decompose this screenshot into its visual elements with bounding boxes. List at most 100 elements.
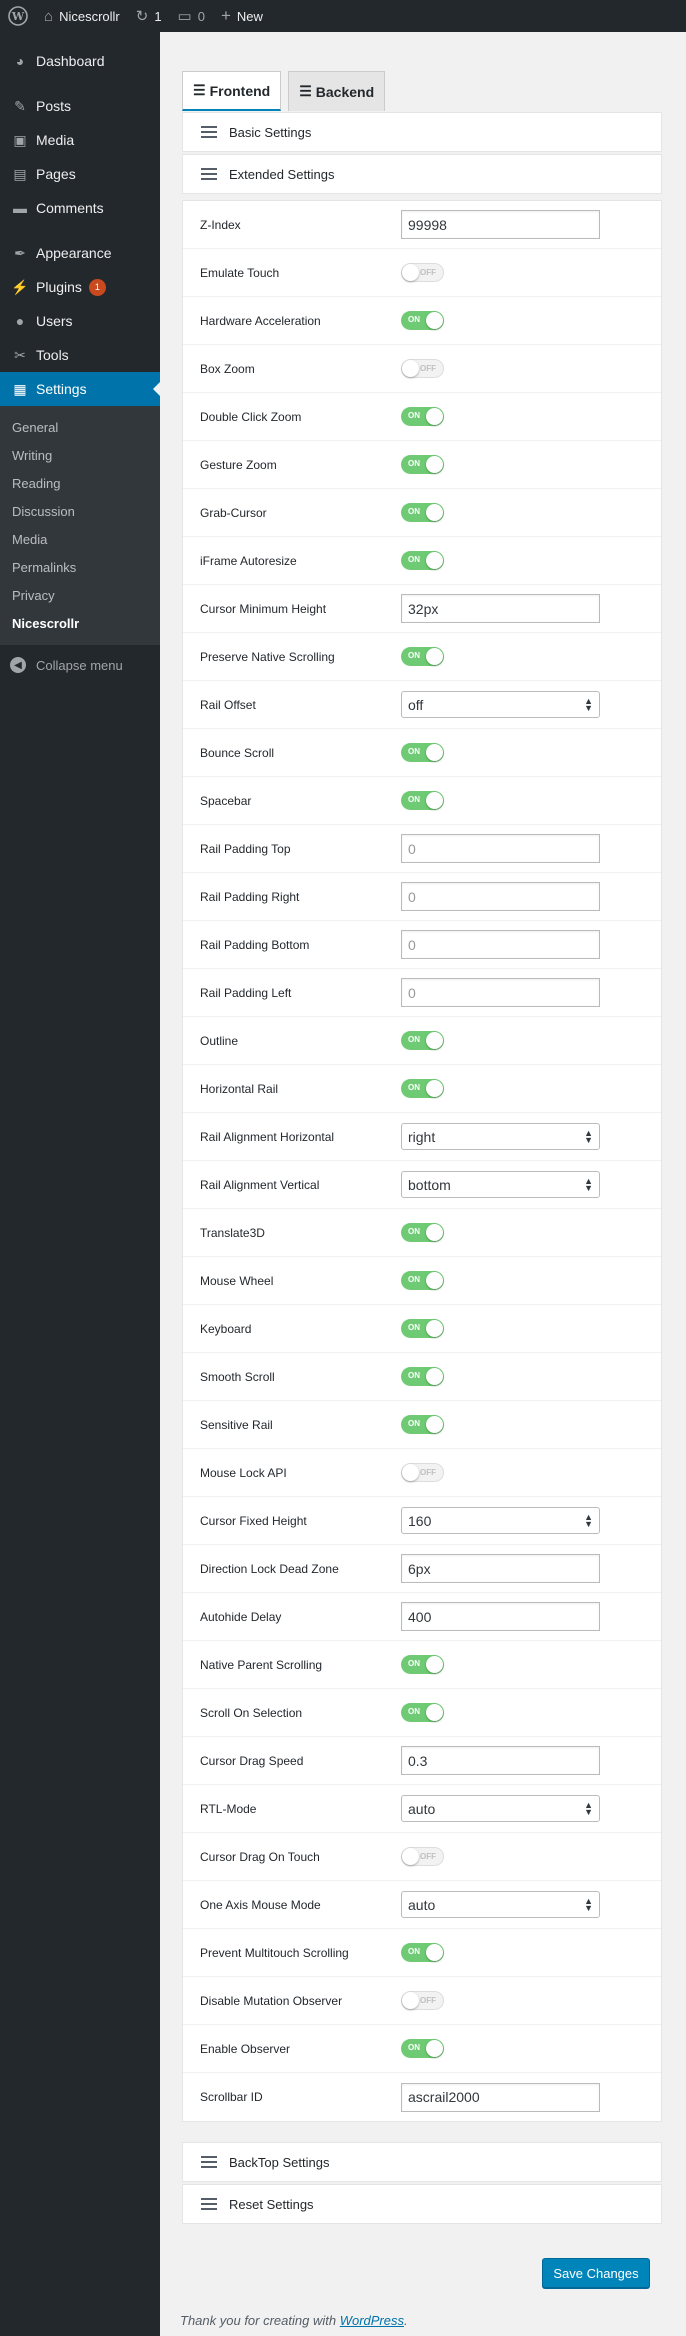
enable-observer-toggle[interactable]: ON	[401, 2039, 444, 2058]
toggle-state: ON	[408, 1419, 420, 1428]
bounce-scroll-toggle[interactable]: ON	[401, 743, 444, 762]
sidebar-item-label: Comments	[36, 200, 104, 216]
site-name-link[interactable]: ⌂ Nicescrollr	[36, 0, 128, 32]
tab-label: Backend	[315, 83, 375, 100]
rail-padding-top-input[interactable]	[401, 834, 600, 863]
sidebar-item-label: Settings	[36, 381, 87, 397]
select-arrows-icon: ▲ ▼	[584, 1511, 593, 1529]
smooth-scroll-toggle[interactable]: ON	[401, 1367, 444, 1386]
submenu-item-general[interactable]: General	[0, 413, 160, 441]
extended-settings-table: Z-Index Emulate Touch OFF Hardware Accelera…	[182, 200, 662, 2122]
setting-label: Double Click Zoom	[200, 409, 302, 424]
plus-icon: +	[220, 6, 231, 25]
rail-alignment-vertical-select[interactable]: bottom ▲ ▼	[401, 1171, 600, 1198]
mouse-lock-api-toggle[interactable]: OFF	[401, 1463, 444, 1482]
one-axis-mouse-mode-select[interactable]: auto ▲ ▼	[401, 1891, 600, 1918]
sidebar-item-appearance[interactable]: ✒ Appearance	[0, 236, 160, 270]
setting-row-cursor-drag-on-touch: Cursor Drag On Touch OFF	[183, 1833, 661, 1881]
rail-offset-select[interactable]: off ▲ ▼	[401, 691, 600, 718]
sidebar-item-media[interactable]: ▣ Media	[0, 123, 160, 157]
grab-cursor-toggle[interactable]: ON	[401, 503, 444, 522]
tab-frontend[interactable]: ☰ Frontend	[182, 71, 282, 111]
sidebar-item-comments[interactable]: ▬ Comments	[0, 191, 160, 225]
updates-link[interactable]: ↻ 1	[128, 0, 170, 32]
scrollbar-id-input[interactable]	[401, 2082, 600, 2112]
new-content-link[interactable]: + New	[213, 0, 271, 32]
box-zoom-toggle[interactable]: OFF	[401, 359, 444, 378]
direction-lock-dead-zone-input[interactable]	[401, 1554, 600, 1583]
sidebar-item-plugins[interactable]: ⚡ Plugins 1	[0, 270, 160, 304]
outline-toggle[interactable]: ON	[401, 1031, 444, 1050]
sidebar-item-tools[interactable]: ✂ Tools	[0, 338, 160, 372]
spacebar-toggle[interactable]: ON	[401, 791, 444, 810]
setting-row-rail-offset: Rail Offset off ▲ ▼	[183, 681, 661, 729]
submenu-item-media[interactable]: Media	[0, 525, 160, 553]
setting-row-scrollbar-id: Scrollbar ID	[183, 2073, 661, 2121]
extended-settings-panel[interactable]: Extended Settings	[182, 154, 662, 194]
backtop-settings-panel[interactable]: BackTop Settings	[182, 2142, 662, 2182]
cursor-drag-speed-input[interactable]	[401, 1746, 600, 1775]
reset-settings-panel[interactable]: Reset Settings	[182, 2184, 662, 2224]
hamburger-icon	[201, 2198, 217, 2210]
hardware-acceleration-toggle[interactable]: ON	[401, 311, 444, 330]
comments-link[interactable]: ▭ 0	[170, 0, 213, 32]
site-name: Nicescrollr	[59, 8, 120, 24]
submenu-item-reading[interactable]: Reading	[0, 469, 160, 497]
horizontal-rail-toggle[interactable]: ON	[401, 1079, 444, 1098]
sidebar-item-posts[interactable]: ✎ Posts	[0, 89, 160, 123]
rail-padding-bottom-input[interactable]	[401, 930, 600, 959]
setting-label: Keyboard	[200, 1321, 252, 1336]
submenu-item-permalinks[interactable]: Permalinks	[0, 553, 160, 581]
basic-settings-panel[interactable]: Basic Settings	[182, 112, 662, 152]
setting-label: iFrame Autoresize	[200, 553, 297, 568]
sidebar-item-dashboard[interactable]: ◕ Dashboard	[0, 44, 160, 78]
z-index-input[interactable]	[401, 210, 600, 239]
prevent-multitouch-scrolling-toggle[interactable]: ON	[401, 1943, 444, 1962]
rtl-mode-select[interactable]: auto ▲ ▼	[401, 1795, 600, 1822]
sidebar-item-settings[interactable]: ▦ Settings	[0, 372, 160, 406]
rail-padding-left-input[interactable]	[401, 978, 600, 1007]
submenu-item-privacy[interactable]: Privacy	[0, 581, 160, 609]
save-changes-button[interactable]: Save Changes	[542, 2258, 650, 2288]
wordpress-link[interactable]: WordPress	[340, 2313, 404, 2328]
setting-row-prevent-multitouch-scrolling: Prevent Multitouch Scrolling ON	[183, 1929, 661, 1977]
cursor-drag-on-touch-toggle[interactable]: OFF	[401, 1847, 444, 1866]
new-label: New	[236, 8, 263, 24]
setting-label: Sensitive Rail	[200, 1417, 273, 1432]
toggle-knob	[426, 1368, 443, 1385]
mouse-wheel-toggle[interactable]: ON	[401, 1271, 444, 1290]
autohide-delay-input[interactable]	[401, 1602, 600, 1631]
wordpress-logo-icon[interactable]: W	[0, 0, 36, 32]
refresh-icon: ↻	[135, 8, 149, 25]
rail-alignment-horizontal-select[interactable]: right ▲ ▼	[401, 1123, 600, 1150]
submenu-item-writing[interactable]: Writing	[0, 441, 160, 469]
sidebar-item-pages[interactable]: ▤ Pages	[0, 157, 160, 191]
submenu-item-nicescrollr[interactable]: Nicescrollr	[0, 609, 160, 637]
toggle-state: ON	[408, 507, 420, 516]
panel-title: BackTop Settings	[229, 2154, 330, 2170]
setting-label: Horizontal Rail	[200, 1081, 279, 1096]
native-parent-scrolling-toggle[interactable]: ON	[401, 1655, 444, 1674]
collapse-menu-button[interactable]: ◀ Collapse menu	[0, 647, 160, 683]
disable-mutation-observer-toggle[interactable]: OFF	[401, 1991, 444, 2010]
rail-padding-right-input[interactable]	[401, 882, 600, 911]
double-click-zoom-toggle[interactable]: ON	[401, 407, 444, 426]
preserve-native-scrolling-toggle[interactable]: ON	[401, 647, 444, 666]
toggle-state: OFF	[420, 1468, 436, 1477]
setting-row-sensitive-rail: Sensitive Rail ON	[183, 1401, 661, 1449]
iframe-autoresize-toggle[interactable]: ON	[401, 551, 444, 570]
sensitive-rail-toggle[interactable]: ON	[401, 1415, 444, 1434]
sidebar-item-label: Appearance	[36, 245, 112, 261]
sidebar-item-users[interactable]: ● Users	[0, 304, 160, 338]
tab-backend[interactable]: ☰ Backend	[288, 71, 386, 111]
keyboard-toggle[interactable]: ON	[401, 1319, 444, 1338]
gesture-zoom-toggle[interactable]: ON	[401, 455, 444, 474]
cursor-minimum-height-input[interactable]	[401, 594, 600, 623]
toggle-knob	[426, 744, 443, 761]
translate3d-toggle[interactable]: ON	[401, 1223, 444, 1242]
scroll-on-selection-toggle[interactable]: ON	[401, 1703, 444, 1722]
submenu-item-discussion[interactable]: Discussion	[0, 497, 160, 525]
cursor-fixed-height-select[interactable]: 160 ▲ ▼	[401, 1507, 600, 1534]
toggle-knob	[426, 2040, 443, 2057]
emulate-touch-toggle[interactable]: OFF	[401, 263, 444, 282]
